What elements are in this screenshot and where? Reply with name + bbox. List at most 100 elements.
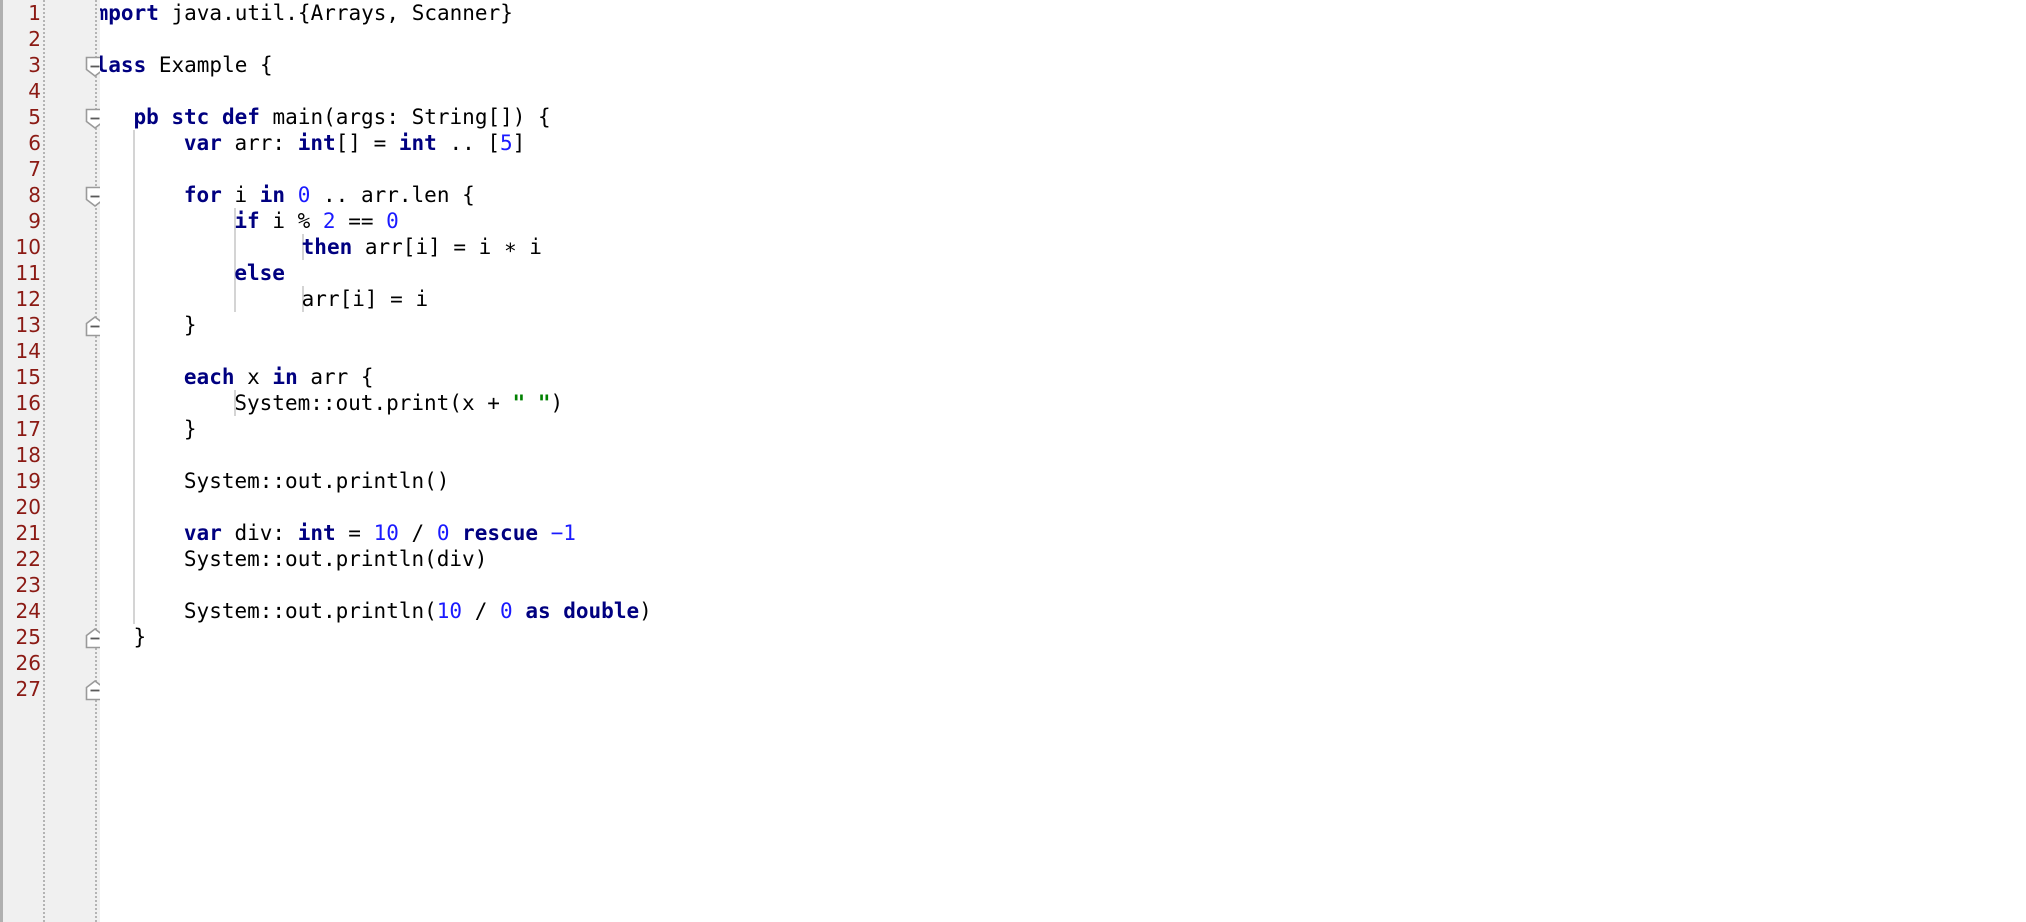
token-plain: } [183,313,197,337]
code-line[interactable]: System::out.println(div) [184,546,487,572]
code-line[interactable]: class Example { [100,52,273,78]
token-number: 10 [436,599,463,623]
code-line[interactable]: else [234,260,285,286]
code-line[interactable]: System::out.println() [184,468,450,494]
token-plain: / [462,599,501,623]
editor-gutter[interactable]: 1 2 3 4 5 6 7 8 9 10 11 12 13 14 15 16 17 18 19 20 21 22 23 24 2… [0,0,105,922]
line-number: 21 [15,521,41,545]
code-line[interactable]: arr[i] = i [302,286,428,312]
code-line[interactable]: for i in 0 .. arr.len { [184,182,475,208]
gutter-row: 20 [3,494,103,520]
token-plain: } [183,417,197,441]
token-keyword: class [100,53,147,77]
line-number: 12 [15,287,41,311]
line-number: 2 [28,27,41,51]
token-keyword: rescue [462,521,538,545]
token-plain: ) [639,599,652,623]
token-plain: arr[i] = i [301,287,429,311]
line-number: 17 [15,417,41,441]
line-number: 10 [15,235,41,259]
token-plain: arr { [297,365,374,389]
line-number: 24 [15,599,41,623]
code-area[interactable]: import java.util.{Arrays, Scanner} class … [100,0,2026,922]
token-keyword: int [398,131,437,155]
line-number: 20 [15,495,41,519]
line-number: 8 [28,183,41,207]
line-number: 11 [15,261,41,285]
token-plain: System::out.println(div) [183,547,488,571]
gutter-row: 17 [3,416,103,442]
gutter-row: 18 [3,442,103,468]
gutter-row: 26 [3,650,103,676]
gutter-row: 27 [3,676,105,702]
code-line[interactable]: System::out.print(x + " ") [234,390,563,416]
code-line[interactable]: pb stc def main(args: String[]) { [133,104,550,130]
line-number: 9 [28,209,41,233]
token-number: 2 [322,209,336,233]
gutter-row: 16 [3,390,103,416]
code-line[interactable]: import java.util.{Arrays, Scanner} [100,0,513,26]
gutter-row: 24 [3,598,103,624]
code-line[interactable]: var div: int = 10 / 0 rescue −1 [184,520,576,546]
token-keyword: var [183,131,222,155]
code-line[interactable]: each x in arr { [184,364,374,390]
indent-guide [133,130,136,624]
line-number: 1 [28,1,41,25]
code-line[interactable]: } [184,416,197,442]
token-plain: = [335,521,374,545]
token-number: 0 [436,521,450,545]
token-keyword: else [234,261,285,285]
token-number: −1 [550,521,576,545]
gutter-row: 6 [3,130,103,156]
gutter-row: 14 [3,338,103,364]
token-keyword: pb stc def [133,105,260,129]
token-keyword: if [234,209,260,233]
code-line[interactable]: } [133,624,146,650]
line-number: 18 [15,443,41,467]
code-line[interactable]: } [184,312,197,338]
gutter-row: 8 [3,182,105,208]
line-number: 15 [15,365,41,389]
gutter-row: 4 [3,78,103,104]
token-plain: i % [259,209,323,233]
gutter-row: 7 [3,156,103,182]
token-keyword: int [297,131,336,155]
token-number: 0 [386,209,399,233]
gutter-row: 22 [3,546,103,572]
token-keyword: as double [525,599,640,623]
token-plain: System::out.print(x + [234,391,513,415]
token-keyword: int [297,521,336,545]
gutter-row: 3 [3,52,105,78]
token-plain: ] [512,131,526,155]
token-plain: x [234,365,273,389]
gutter-row: 2 [3,26,103,52]
gutter-row: 21 [3,520,103,546]
token-plain: } [133,625,147,649]
line-number: 16 [15,391,41,415]
code-line[interactable]: if i % 2 == 0 [234,208,398,234]
token-keyword: for [183,183,222,207]
code-line[interactable]: System::out.println(10 / 0 as double) [184,598,652,624]
token-keyword: in [259,183,286,207]
code-editor[interactable]: 1 2 3 4 5 6 7 8 9 10 11 12 13 14 15 16 17 18 19 20 21 22 23 24 2… [0,0,2026,922]
code-line[interactable]: then arr[i] = i ∗ i [302,234,542,260]
token-number: 10 [373,521,399,545]
code-line[interactable]: var arr: int[] = int .. [5] [184,130,525,156]
line-number: 14 [15,339,41,363]
token-string: " " [512,391,551,415]
token-plain: java.util.{Arrays, Scanner} [158,1,513,25]
token-plain: System::out.println() [183,469,450,493]
token-plain: == [335,209,387,233]
token-plain: System::out.println( [183,599,437,623]
gutter-row: 25 [3,624,105,650]
line-number: 3 [28,53,41,77]
line-number: 23 [15,573,41,597]
gutter-row: 5 [3,104,105,130]
gutter-row: 12 [3,286,103,312]
token-keyword: var [183,521,222,545]
line-number: 6 [28,131,41,155]
gutter-row: 19 [3,468,103,494]
line-number: 25 [15,625,41,649]
